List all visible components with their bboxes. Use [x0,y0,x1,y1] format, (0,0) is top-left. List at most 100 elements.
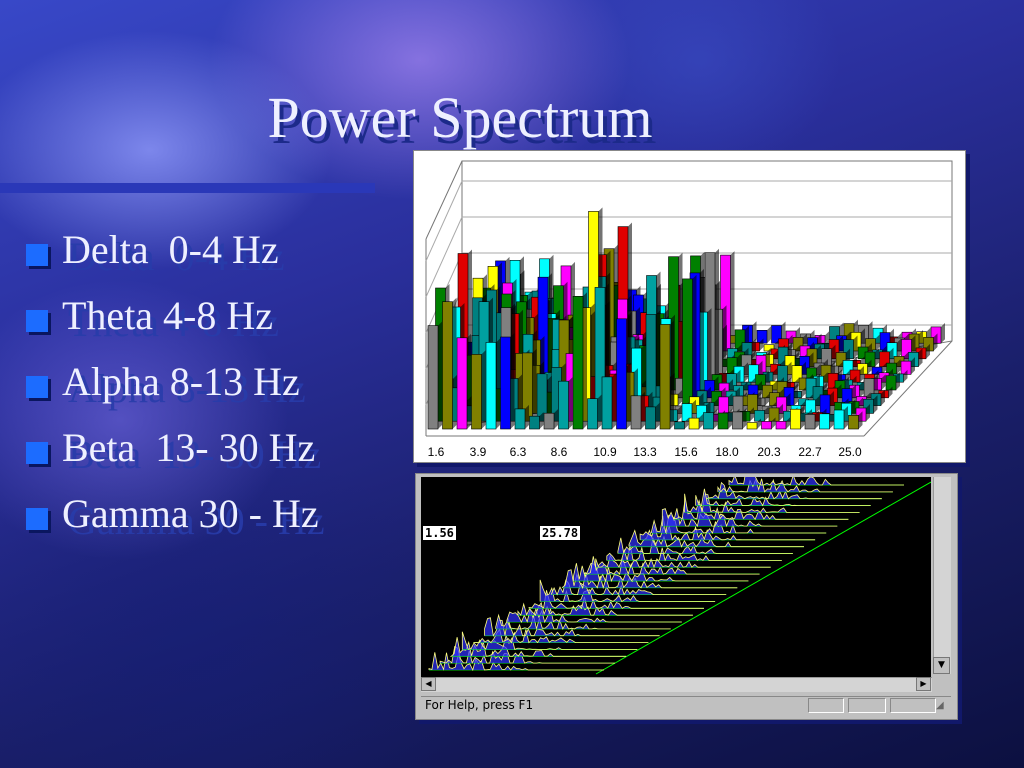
chart3d-bar-side [941,322,945,344]
readout-left: 1.56 [423,526,456,540]
bullet-square-icon [26,508,48,530]
chart3d-bars [427,207,945,430]
chart3d-left-edge [425,160,463,240]
vertical-scrollbar[interactable] [933,477,951,674]
chart3d-bar-side [525,404,529,429]
chart3d-bar-side [583,292,587,429]
chart3d-bar [688,417,700,430]
chart3d-bar-side [532,348,537,422]
chart3d-bar [746,422,758,430]
scroll-down-arrow-icon[interactable]: ▼ [933,657,950,674]
chart3d-bar [674,421,685,430]
status-pane [890,698,936,713]
chart3d-bar-side [481,350,486,429]
waterfall-svg [428,467,932,675]
chart3d-bar-side [767,326,771,344]
chart3d-bar [717,412,729,430]
chart3d-bar [558,380,569,430]
x-tick-label: 6.3 [510,445,527,459]
x-tick-label: 10.9 [593,445,617,459]
chart3d-bar-side [655,402,660,429]
chart3d-bar [500,336,511,430]
waterfall-trace-fill [729,468,904,485]
chart3d-bar [485,342,497,430]
chart3d-bar-side [800,405,805,429]
chart3d-bar-side [715,248,719,383]
waterfall-plot: 1.56 25.78 [421,467,932,677]
bullet-square-icon [26,310,48,332]
chart3d-bar-side [510,332,515,429]
bullet-text: Gamma 30 - Hz [62,491,319,536]
resize-grip-icon[interactable]: ◢ [936,700,944,711]
power-spectrum-3d-chart: 1.6 3.9 6.3 8.6 10.9 13.3 15.6 18.0 20.3… [413,150,966,463]
bullet-text: Alpha 8-13 Hz [62,359,300,404]
chart3d-bar [848,414,859,430]
chart3d-bar [833,409,845,430]
chart3d-bar-side [844,406,848,429]
chart3d-bar-side [707,308,712,390]
status-text: For Help, press F1 [425,698,534,712]
scroll-left-arrow-icon[interactable]: ◀ [421,677,436,691]
chart3d-bar-side [757,390,762,414]
chart3d-bar [587,398,598,430]
chart3d-bar-side [670,320,674,429]
bullet-text: Delta 0-4 Hz [62,227,279,272]
chart3d-bar-side [730,251,735,351]
chart3d-bar [732,411,743,430]
readout-right: 25.78 [540,526,581,540]
bullet-square-icon [26,442,48,464]
chart3d-bar [718,396,729,414]
chart3d-bar [442,301,453,430]
chart3d-bar [616,318,627,430]
chart3d-bar [790,408,801,430]
chart3d-bar [630,395,642,430]
chart3d-bar [819,413,830,430]
chart3d-bar [775,420,787,430]
chart3d-bar [543,412,555,430]
chart3d-bar [703,412,714,430]
chart3d-bar-side [626,314,631,429]
chart3d-bar-side [452,297,457,429]
chart3d-bar [456,337,468,430]
chart3d-bar-side [692,274,697,406]
bullet-square-icon [26,244,48,266]
chart3d-bar-side [597,394,602,429]
slide-title: Power Spectrum [267,85,653,150]
x-tick-label: 25.0 [838,445,862,459]
chart3d-bar-side [853,335,858,359]
x-tick-label: 13.3 [633,445,657,459]
chart3d-bar-side [467,333,471,429]
chart3d-bar-side [438,321,442,429]
status-pane [848,698,886,713]
chart3d-bar [754,410,765,422]
chart3d-bar [601,376,613,430]
scroll-right-arrow-icon[interactable]: ▶ [916,677,931,691]
spectrum-window: 1.56 25.78 ▼ ◀ ▶ For Help, press F1 ◢ [415,467,958,720]
x-tick-label: 8.6 [551,445,568,459]
chart3d-bar-side [612,372,616,429]
x-tick-label: 15.6 [674,445,698,459]
chart3d-bar-side [496,338,500,429]
chart3d-bar [804,414,816,430]
bullet-text: Theta 4-8 Hz [62,293,274,338]
chart3d-bar [659,324,671,430]
title-underline [0,183,375,193]
chart3d-bar [682,278,693,406]
horizontal-scrollbar[interactable] [421,677,932,692]
x-tick-label: 20.3 [757,445,781,459]
chart3d-bar [529,415,540,430]
chart3d-gridline [425,180,463,262]
chart3d-bar-side [678,252,683,390]
chart3d-bar-side [722,305,727,375]
chart3d-bar [427,325,439,430]
chart3d-gridline [425,216,463,298]
chart3d-bar [514,408,526,430]
bullet-square-icon [26,376,48,398]
chart3d-bar-side [568,377,573,429]
chart3d-bar [761,421,772,430]
status-pane [808,698,844,713]
chart3d-bar [885,375,897,391]
x-tick-label: 22.7 [798,445,822,459]
chart3d-bar [645,406,656,430]
chart3d-bar-side [641,391,645,429]
